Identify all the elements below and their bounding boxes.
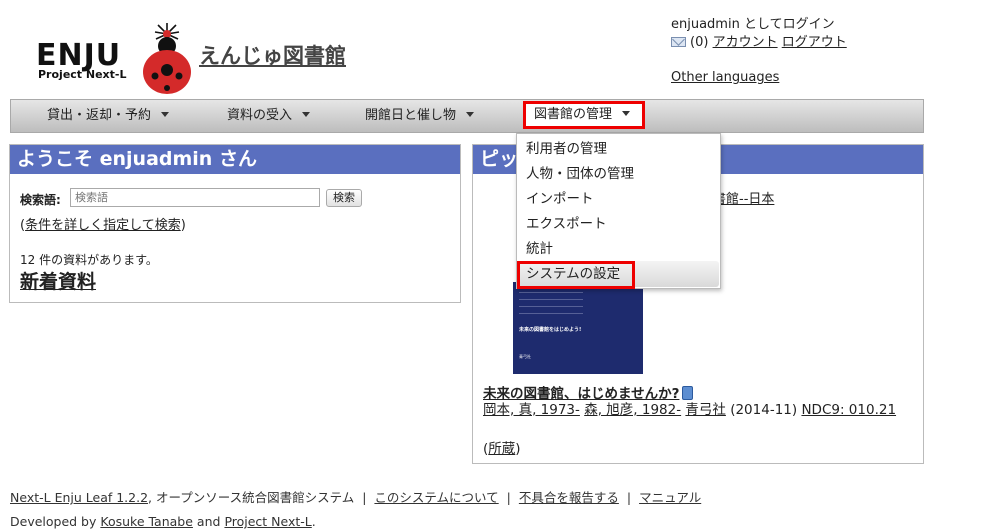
nav-label: 開館日と催し物 xyxy=(365,108,457,123)
developer-link[interactable]: Project Next-L xyxy=(224,514,311,529)
caret-down-icon xyxy=(622,111,631,116)
period: . xyxy=(311,514,316,529)
caret-down-icon xyxy=(466,112,475,117)
library-link[interactable]: 書館--日本 xyxy=(713,188,774,207)
and-text: and xyxy=(196,514,221,529)
product-link[interactable]: Next-L Enju Leaf 1.2.2 xyxy=(10,490,148,505)
nav-label: 資料の受入 xyxy=(227,108,293,123)
pickup-heading: ピッ xyxy=(480,148,519,170)
ladybug-icon xyxy=(143,23,191,94)
publisher-link[interactable]: 青弓社 xyxy=(685,402,726,418)
divider: | xyxy=(362,490,367,505)
developed-by-text: Developed by xyxy=(10,514,97,529)
author-link[interactable]: 森, 旭彦, 1982- xyxy=(584,402,681,418)
book-cover-image[interactable]: ―――――――――――――――― ―――――――――――――――― ――――――… xyxy=(513,282,643,374)
search-button[interactable]: 検索 xyxy=(326,189,362,207)
ndc-link[interactable]: NDC9: 010.21 xyxy=(801,402,896,418)
menu-item-agents[interactable]: 人物・団体の管理 xyxy=(517,162,720,187)
nav-label: 貸出・返却・予約 xyxy=(47,108,152,123)
enju-logo[interactable]: ENJU Project Next-L xyxy=(34,22,204,102)
paren-close: ) xyxy=(180,218,186,233)
holdings-link[interactable]: 所蔵 xyxy=(488,441,515,457)
manual-link[interactable]: マニュアル xyxy=(639,490,701,505)
item-count-text: 12 件の資料があります。 xyxy=(20,253,158,267)
developer-link[interactable]: Kosuke Tanabe xyxy=(100,514,193,529)
about-link[interactable]: このシステムについて xyxy=(374,490,498,505)
site-title-link[interactable]: えんじゅ図書館 xyxy=(199,40,346,70)
book-icon xyxy=(682,386,694,400)
highlight-frame xyxy=(517,261,635,289)
footer-credits: Developed by Kosuke Tanabe and Project N… xyxy=(10,514,316,529)
nav-circulation[interactable]: 貸出・返却・予約 xyxy=(47,100,170,132)
cover-title: 未来の図書館をはじめよう! xyxy=(519,327,582,333)
divider: | xyxy=(506,490,511,505)
pub-date: (2014-11) xyxy=(730,402,798,418)
book-title-link[interactable]: 未来の図書館、はじめませんか? xyxy=(483,386,679,402)
main-navbar: 貸出・返却・予約 資料の受入 開館日と催し物 図書館の管理 xyxy=(10,99,924,133)
welcome-heading: ようこそ enjuadmin さん xyxy=(10,145,460,174)
divider: | xyxy=(626,490,632,505)
book-meta: 岡本, 真, 1973- 森, 旭彦, 1982- 青弓社 (2014-11) … xyxy=(483,401,913,419)
menu-item-export[interactable]: エクスポート xyxy=(517,212,720,237)
paren-close: ) xyxy=(515,441,521,457)
menu-item-statistics[interactable]: 統計 xyxy=(517,237,720,262)
caret-down-icon xyxy=(161,112,170,117)
author-link[interactable]: 岡本, 真, 1973- xyxy=(483,402,580,418)
nav-events[interactable]: 開館日と催し物 xyxy=(365,100,475,132)
account-link[interactable]: アカウント xyxy=(713,35,778,50)
nav-acquisition[interactable]: 資料の受入 xyxy=(227,100,311,132)
book-title: 未来の図書館、はじめませんか? xyxy=(483,382,694,402)
search-label: 検索語: xyxy=(20,193,61,207)
holdings: (所蔵) xyxy=(483,437,521,457)
advanced-search-link[interactable]: 条件を詳しく指定して検索 xyxy=(25,218,181,233)
new-items-link[interactable]: 新着資料 xyxy=(20,267,96,294)
logo-subtitle: Project Next-L xyxy=(38,68,127,81)
menu-item-users[interactable]: 利用者の管理 xyxy=(517,137,720,162)
advanced-search: (条件を詳しく指定して検索) xyxy=(20,214,186,233)
admin-dropdown-menu: 利用者の管理 人物・団体の管理 インポート エクスポート 統計 システムの設定 xyxy=(516,133,721,289)
welcome-panel: ようこそ enjuadmin さん 検索語: 検索 (条件を詳しく指定して検索)… xyxy=(9,144,461,303)
cover-publisher: 青弓社 xyxy=(519,354,531,359)
message-count: (0) xyxy=(690,35,709,50)
other-languages-link[interactable]: Other languages xyxy=(671,70,779,85)
menu-item-import[interactable]: インポート xyxy=(517,187,720,212)
caret-down-icon xyxy=(302,112,311,117)
login-status: enjuadmin としてログイン xyxy=(671,17,835,32)
product-desc: , オープンソース統合図書館システム xyxy=(148,490,355,505)
user-box: enjuadmin としてログイン (0) アカウント ログアウト xyxy=(671,16,847,52)
mail-icon[interactable] xyxy=(671,37,686,47)
search-input[interactable] xyxy=(70,188,320,207)
nav-label: 図書館の管理 xyxy=(534,107,613,122)
report-bug-link[interactable]: 不具合を報告する xyxy=(519,490,619,505)
logout-link[interactable]: ログアウト xyxy=(782,35,847,50)
footer-links: Next-L Enju Leaf 1.2.2, オープンソース統合図書館システム… xyxy=(10,487,701,506)
nav-library-admin[interactable]: 図書館の管理 xyxy=(523,101,645,129)
